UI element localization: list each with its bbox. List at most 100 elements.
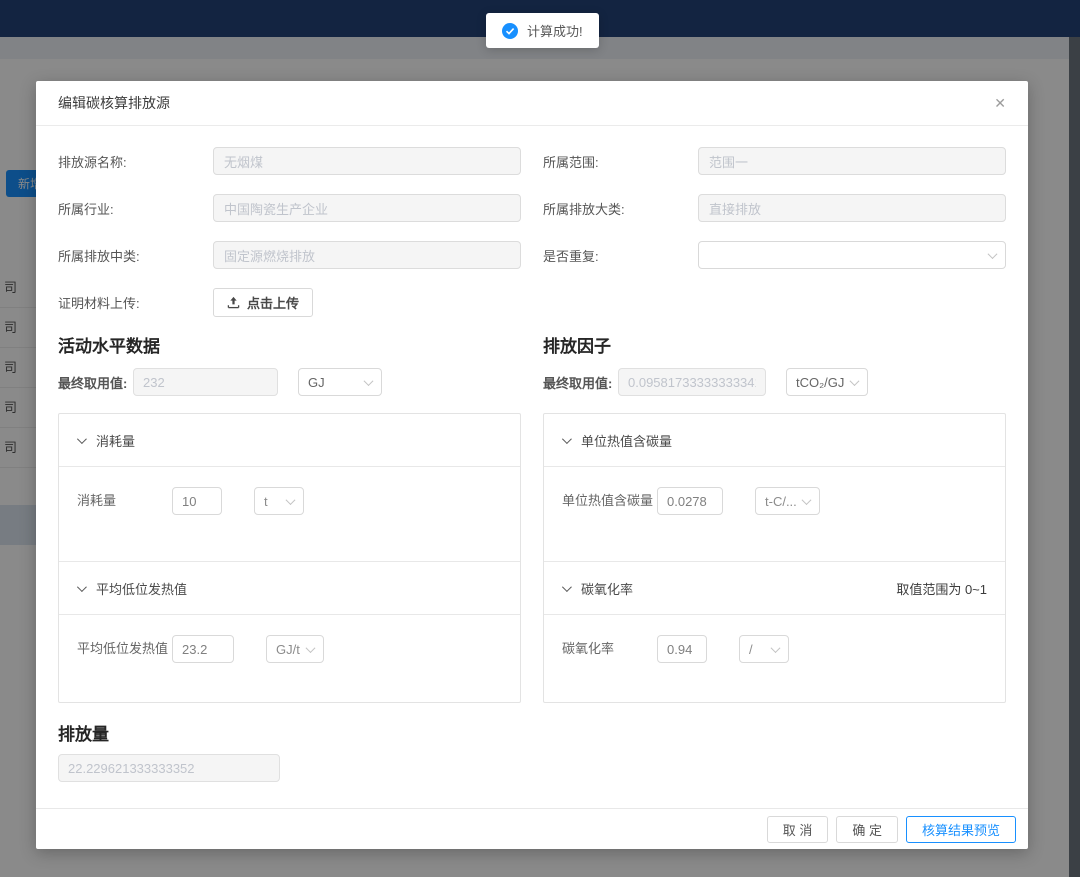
field-upload: 证明材料上传: 点击上传 — [58, 288, 521, 317]
scope-input[interactable] — [698, 147, 1006, 175]
oxidation-input[interactable] — [657, 635, 707, 663]
emission-section-title: 排放量 — [58, 720, 1006, 745]
oxidation-panel-title: 碳氧化率 — [581, 579, 633, 598]
chevron-down-icon — [562, 434, 572, 444]
activity-final-unit-select[interactable]: GJ — [298, 368, 382, 396]
upload-button-label: 点击上传 — [247, 293, 299, 312]
factor-final-input[interactable] — [618, 368, 766, 396]
oxidation-label: 碳氧化率 — [562, 635, 657, 659]
close-icon[interactable]: ✕ — [994, 96, 1006, 110]
chevron-down-icon — [988, 249, 998, 259]
modal-header: 编辑碳核算排放源 ✕ — [36, 81, 1028, 126]
category-mid-input[interactable] — [213, 241, 521, 269]
duplicate-select[interactable] — [698, 241, 1006, 269]
heating-panel-header[interactable]: 平均低位发热值 — [59, 562, 520, 614]
oxidation-range-hint: 取值范围为 0~1 — [896, 579, 987, 598]
source-name-input[interactable] — [213, 147, 521, 175]
field-duplicate: 是否重复: — [543, 241, 1006, 269]
upload-icon — [227, 296, 240, 309]
toast-message: 计算成功! — [527, 21, 583, 40]
field-industry: 所属行业: — [58, 194, 521, 222]
modal-footer: 取 消 确 定 核算结果预览 — [36, 808, 1028, 849]
chevron-down-icon — [801, 495, 811, 505]
upload-button[interactable]: 点击上传 — [213, 288, 313, 317]
heating-panel-body: 平均低位发热值 GJ/t — [59, 614, 520, 702]
carbon-unit-select[interactable]: t-C/... — [755, 487, 820, 515]
oxidation-unit-value: / — [749, 642, 753, 657]
factor-section: 排放因子 最终取用值: tCO₂/GJ 单位热值含碳量 — [543, 332, 1006, 703]
factor-section-title: 排放因子 — [543, 332, 1006, 357]
oxidation-panel: 碳氧化率 取值范围为 0~1 碳氧化率 / — [544, 561, 1005, 702]
chevron-down-icon — [364, 376, 374, 386]
basic-info-form: 排放源名称: 所属范围: 所属行业: 所属排放大类: — [58, 147, 1006, 317]
cancel-button[interactable]: 取 消 — [767, 816, 829, 843]
field-scope: 所属范围: — [543, 147, 1006, 175]
upload-label: 证明材料上传: — [58, 293, 213, 312]
factor-collapse: 单位热值含碳量 单位热值含碳量 t-C/... — [543, 413, 1006, 703]
factor-final-label: 最终取用值: — [543, 373, 618, 392]
emission-row — [58, 754, 1006, 782]
heating-panel-title: 平均低位发热值 — [96, 579, 187, 598]
factor-final-row: 最终取用值: tCO₂/GJ — [543, 368, 1006, 396]
consumption-panel-header[interactable]: 消耗量 — [59, 414, 520, 466]
source-name-label: 排放源名称: — [58, 152, 213, 171]
emission-amount-input[interactable] — [58, 754, 280, 782]
modal-body: 排放源名称: 所属范围: 所属行业: 所属排放大类: — [36, 126, 1028, 782]
carbon-label: 单位热值含碳量 — [562, 487, 657, 511]
activity-final-input[interactable] — [133, 368, 278, 396]
consumption-label: 消耗量 — [77, 487, 172, 511]
chevron-down-icon — [77, 582, 87, 592]
consumption-input[interactable] — [172, 487, 222, 515]
factor-final-unit-value: tCO₂/GJ — [796, 375, 844, 390]
oxidation-unit-select[interactable]: / — [739, 635, 789, 663]
industry-label: 所属行业: — [58, 199, 213, 218]
category-major-label: 所属排放大类: — [543, 199, 698, 218]
carbon-panel-body: 单位热值含碳量 t-C/... — [544, 466, 1005, 561]
chevron-down-icon — [286, 495, 296, 505]
scope-label: 所属范围: — [543, 152, 698, 171]
activity-collapse: 消耗量 消耗量 t — [58, 413, 521, 703]
modal-title: 编辑碳核算排放源 — [58, 93, 170, 113]
edit-emission-source-modal: 编辑碳核算排放源 ✕ 排放源名称: 所属范围: 所属行业: — [36, 81, 1028, 849]
field-category-mid: 所属排放中类: — [58, 241, 521, 269]
success-toast: 计算成功! — [486, 13, 599, 48]
activity-section: 活动水平数据 最终取用值: GJ 消耗量 — [58, 332, 521, 703]
preview-result-button[interactable]: 核算结果预览 — [906, 816, 1016, 843]
carbon-panel-title: 单位热值含碳量 — [581, 431, 672, 450]
heating-unit-value: GJ/t — [276, 642, 300, 657]
activity-section-title: 活动水平数据 — [58, 332, 521, 357]
factor-final-unit-select[interactable]: tCO₂/GJ — [786, 368, 868, 396]
chevron-down-icon — [77, 434, 87, 444]
consumption-unit-value: t — [264, 494, 268, 509]
consumption-panel: 消耗量 消耗量 t — [59, 414, 520, 561]
duplicate-label: 是否重复: — [543, 246, 698, 265]
field-category-major: 所属排放大类: — [543, 194, 1006, 222]
activity-final-label: 最终取用值: — [58, 373, 133, 392]
data-sections: 活动水平数据 最终取用值: GJ 消耗量 — [58, 332, 1006, 703]
consumption-panel-body: 消耗量 t — [59, 466, 520, 561]
heating-input[interactable] — [172, 635, 234, 663]
heating-unit-select[interactable]: GJ/t — [266, 635, 324, 663]
success-icon — [502, 23, 518, 39]
carbon-input[interactable] — [657, 487, 723, 515]
oxidation-panel-header[interactable]: 碳氧化率 取值范围为 0~1 — [544, 562, 1005, 614]
chevron-down-icon — [562, 582, 572, 592]
consumption-unit-select[interactable]: t — [254, 487, 304, 515]
field-source-name: 排放源名称: — [58, 147, 521, 175]
category-major-input[interactable] — [698, 194, 1006, 222]
heating-value-panel: 平均低位发热值 平均低位发热值 GJ/t — [59, 561, 520, 702]
oxidation-panel-body: 碳氧化率 / — [544, 614, 1005, 702]
industry-input[interactable] — [213, 194, 521, 222]
category-mid-label: 所属排放中类: — [58, 246, 213, 265]
chevron-down-icon — [771, 643, 781, 653]
empty-cell — [543, 288, 1006, 317]
chevron-down-icon — [306, 643, 316, 653]
confirm-button[interactable]: 确 定 — [836, 816, 898, 843]
activity-final-row: 最终取用值: GJ — [58, 368, 521, 396]
chevron-down-icon — [850, 376, 860, 386]
heating-label: 平均低位发热值 — [77, 635, 172, 659]
activity-final-unit-value: GJ — [308, 375, 325, 390]
carbon-content-panel: 单位热值含碳量 单位热值含碳量 t-C/... — [544, 414, 1005, 561]
carbon-unit-value: t-C/... — [765, 494, 797, 509]
carbon-panel-header[interactable]: 单位热值含碳量 — [544, 414, 1005, 466]
